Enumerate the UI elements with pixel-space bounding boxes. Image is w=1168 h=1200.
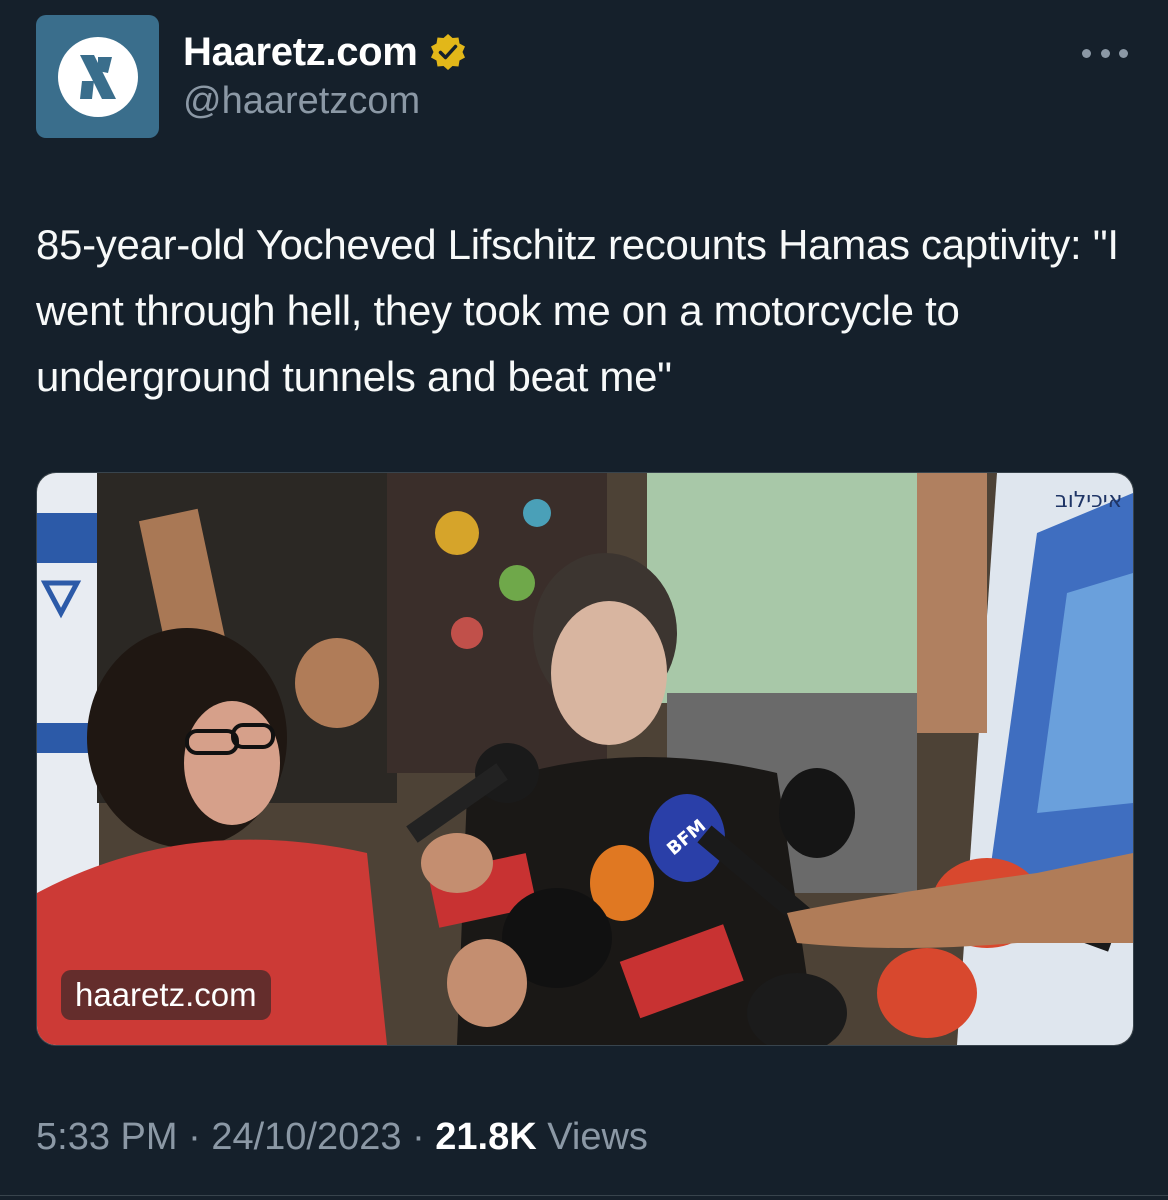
meta-separator: · xyxy=(188,1116,201,1158)
tweet-card: Haaretz.com @haaretzcom 85-year-old Yoch… xyxy=(0,0,1168,1200)
more-options-icon[interactable] xyxy=(1082,38,1128,68)
avatar[interactable] xyxy=(36,15,159,138)
hospital-sign-text: איכילוב xyxy=(1055,488,1122,513)
tweet-text: 85-year-old Yocheved Lifschitz recounts … xyxy=(36,221,1119,400)
views-label[interactable]: Views xyxy=(547,1116,648,1158)
media-watermark: haaretz.com xyxy=(61,970,271,1020)
more-dot xyxy=(1119,48,1128,58)
press-conference-photo: איכילוב BFM xyxy=(37,473,1133,1045)
display-name[interactable]: Haaretz.com xyxy=(183,30,418,75)
tweet-header: Haaretz.com @haaretzcom xyxy=(183,26,468,123)
meta-separator: · xyxy=(412,1116,425,1158)
tweet-photo[interactable]: איכילוב BFM haaretz.com xyxy=(36,472,1134,1046)
handle[interactable]: @haaretzcom xyxy=(183,80,468,123)
tweet-time[interactable]: 5:33 PM xyxy=(36,1116,178,1158)
more-dot xyxy=(1100,48,1110,58)
tweet-date[interactable]: 24/10/2023 xyxy=(211,1116,401,1158)
verified-badge-icon[interactable] xyxy=(428,32,468,72)
display-name-row: Haaretz.com xyxy=(183,26,468,78)
divider xyxy=(0,1195,1168,1196)
more-dot xyxy=(1082,48,1091,58)
views-count[interactable]: 21.8K xyxy=(435,1116,536,1158)
haaretz-logo-icon xyxy=(57,36,138,117)
tweet-meta: 5:33 PM · 24/10/2023 · 21.8K Views xyxy=(36,1116,648,1159)
